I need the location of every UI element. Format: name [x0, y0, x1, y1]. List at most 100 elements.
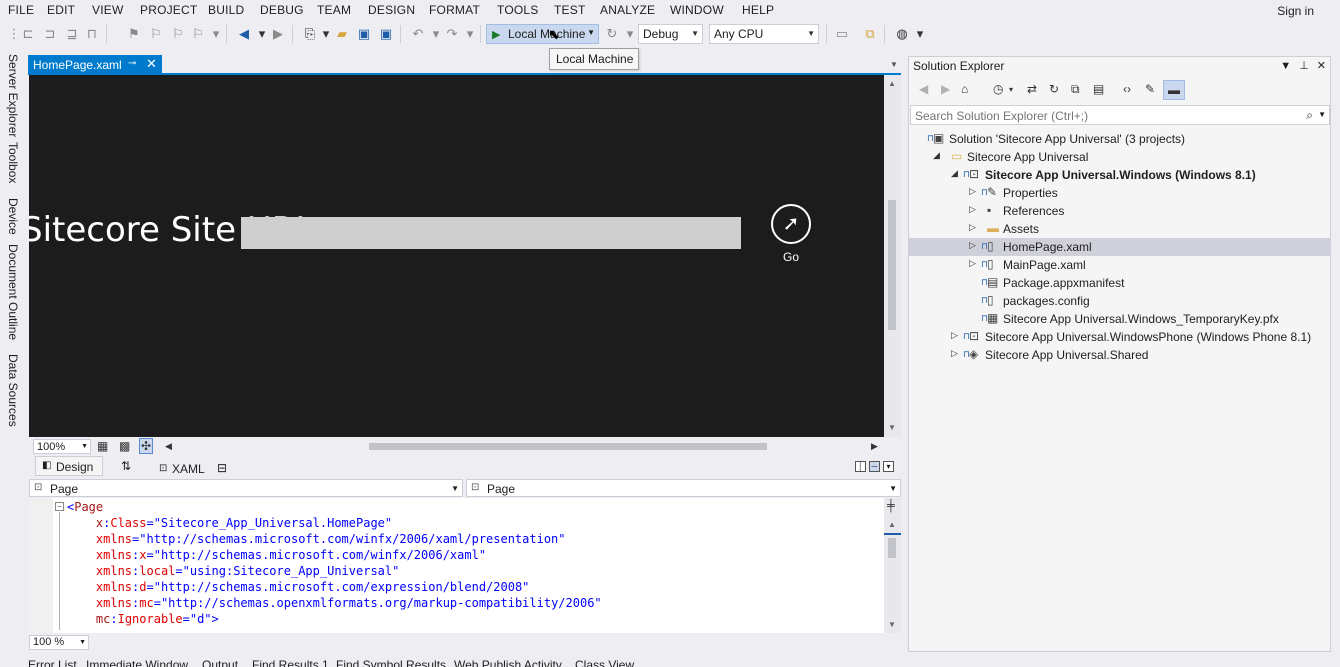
undo-dropdown-icon[interactable]: ▾ — [428, 26, 444, 42]
search-input[interactable] — [915, 108, 1295, 123]
menu-file[interactable]: FILE — [8, 3, 34, 17]
tree-item[interactable]: ▷ ⊓ ✎ Properties — [909, 184, 1330, 202]
search-icon[interactable]: ⌕ — [1306, 108, 1313, 123]
code-nav-type-select[interactable]: ⊡ Page ▼ — [29, 479, 463, 497]
pending-changes-icon[interactable]: ◷ — [993, 82, 1003, 96]
expand-arrow-icon[interactable]: ▷ — [969, 186, 976, 197]
scroll-thumb[interactable] — [888, 200, 896, 330]
side-tab-server-explorer[interactable]: Server Explorer — [6, 54, 20, 137]
menu-tools[interactable]: TOOLS — [497, 3, 538, 17]
open-file-icon[interactable]: ▰ — [334, 26, 350, 42]
tree-item[interactable]: ⊓ ▦ Sitecore App Universal.Windows_Tempora… — [909, 310, 1330, 328]
menu-test[interactable]: TEST — [554, 3, 585, 17]
horizontal-split-icon[interactable]: ─ — [869, 461, 880, 472]
collapse-arrow-icon[interactable]: ◢ — [951, 168, 958, 179]
align-right-icon[interactable]: ⊒ — [64, 26, 80, 42]
scroll-left-icon[interactable]: ◀ — [165, 441, 172, 452]
view-code-icon[interactable]: ‹› — [1123, 82, 1131, 96]
site-url-textbox[interactable] — [241, 217, 741, 249]
chevron-down-icon[interactable]: ▼ — [1280, 60, 1291, 72]
menu-team[interactable]: TEAM — [317, 3, 351, 17]
expand-arrow-icon[interactable]: ▷ — [969, 204, 976, 215]
split-editor-icon[interactable]: ╪ — [887, 500, 895, 512]
preview-selected-button[interactable]: ▬ — [1163, 80, 1185, 100]
menu-view[interactable]: VIEW — [92, 3, 123, 17]
menu-design[interactable]: DESIGN — [368, 3, 415, 17]
bookmark-icon[interactable]: ⚑ — [126, 26, 142, 42]
toolbar-overflow-icon[interactable]: ▾ — [912, 26, 928, 42]
pin-icon[interactable]: ⊸ — [128, 58, 136, 69]
menu-project[interactable]: PROJECT — [140, 3, 197, 17]
tab-design[interactable]: ◧ Design — [35, 456, 103, 476]
side-tab-document-outline[interactable]: Document Outline — [6, 244, 20, 340]
xaml-code-editor[interactable]: − <Page x:Class="Sitecore_App_Universal.… — [29, 498, 901, 633]
pin-icon[interactable]: ⊥ — [1299, 60, 1309, 72]
bottom-tab-error-list[interactable]: Error List — [28, 658, 77, 667]
align-center-icon[interactable]: ⊐ — [42, 26, 58, 42]
close-icon[interactable]: ✕ — [1317, 60, 1326, 72]
start-debugging-button[interactable]: ▶ Local Machine ▼ — [486, 24, 599, 44]
platform-select[interactable]: Any CPU ▼ — [709, 24, 819, 44]
scroll-up-icon[interactable]: ▲ — [888, 79, 896, 88]
menu-format[interactable]: FORMAT — [429, 3, 480, 17]
bottom-tab-find-symbol-results[interactable]: Find Symbol Results — [336, 658, 446, 667]
scroll-right-icon[interactable]: ▶ — [871, 441, 878, 452]
designer-zoom-select[interactable]: 100% ▼ — [33, 439, 91, 454]
side-tab-data-sources[interactable]: Data Sources — [6, 354, 20, 427]
scroll-up-icon[interactable]: ▲ — [888, 520, 896, 529]
bookmark-clear-icon[interactable]: ⚐ — [190, 26, 206, 42]
tree-item[interactable]: ▷ ⊓ ⊡ Sitecore App Universal.WindowsPhone (… — [909, 328, 1330, 346]
tree-item[interactable]: ◢ ▭ Sitecore App Universal — [909, 148, 1330, 166]
device-icon[interactable]: ▭ — [834, 26, 850, 42]
expand-arrow-icon[interactable]: ▷ — [969, 240, 976, 251]
new-project-dropdown-icon[interactable]: ▾ — [318, 26, 334, 42]
editor-zoom-select[interactable]: 100 % ▼ — [29, 635, 89, 650]
align-top-icon[interactable]: ⊓ — [84, 26, 100, 42]
collapse-arrow-icon[interactable]: ◢ — [933, 150, 940, 161]
redo-dropdown-icon[interactable]: ▾ — [462, 26, 478, 42]
solution-search-box[interactable]: ⌕ ▼ — [910, 105, 1330, 125]
bookmark-prev-icon[interactable]: ⚐ — [148, 26, 164, 42]
back-dropdown-icon[interactable]: ▾ — [254, 26, 270, 42]
toolbar-dropdown-icon[interactable]: ▾ — [208, 26, 224, 42]
scroll-down-icon[interactable]: ▼ — [888, 423, 896, 432]
bottom-tab-class-view[interactable]: Class View — [575, 658, 634, 667]
menu-analyze[interactable]: ANALYZE — [600, 3, 655, 17]
save-all-icon[interactable]: ▣ — [378, 26, 394, 42]
chevron-down-icon[interactable]: ▼ — [587, 28, 595, 37]
expand-arrow-icon[interactable]: ▷ — [951, 348, 958, 359]
swap-panes-icon[interactable]: ⇅ — [121, 459, 131, 473]
code-nav-member-select[interactable]: ⊡ Page ▼ — [466, 479, 901, 497]
side-tab-toolbox[interactable]: Toolbox — [6, 142, 20, 183]
properties-wrench-icon[interactable]: ✎ — [1145, 82, 1155, 96]
collapse-pane-icon[interactable]: ▾ — [883, 461, 894, 472]
menu-help[interactable]: HELP — [742, 3, 774, 17]
collapse-all-icon[interactable]: ⧉ — [1071, 82, 1080, 97]
designer-vertical-scrollbar[interactable]: ▲ ▼ — [884, 75, 901, 437]
expand-arrow-icon[interactable]: ▷ — [969, 222, 976, 233]
tree-item[interactable]: ⊓ ▯ packages.config — [909, 292, 1330, 310]
find-in-files-icon[interactable]: ⧉ — [862, 26, 878, 42]
side-tab-device[interactable]: Device — [6, 198, 20, 235]
align-left-icon[interactable]: ⊏ — [20, 26, 36, 42]
home-icon[interactable]: ⌂ — [961, 82, 968, 96]
navigate-forward-icon[interactable]: ▶ — [270, 26, 286, 42]
menu-window[interactable]: WINDOW — [670, 3, 724, 17]
bottom-tab-immediate-window[interactable]: Immediate Window — [86, 658, 188, 667]
chevron-down-icon[interactable]: ▼ — [1318, 110, 1326, 119]
tab-homepage-xaml[interactable]: HomePage.xaml ⊸ ✕ — [28, 55, 162, 75]
tree-item[interactable]: ▷ ▬ Assets — [909, 220, 1330, 238]
snapping-icon[interactable]: ✣ — [139, 438, 154, 454]
snap-grid-icon[interactable]: ▩ — [119, 439, 130, 453]
navigate-back-icon[interactable]: ◀ — [236, 26, 252, 42]
tree-item[interactable]: ▷ ⊓ ▯ HomePage.xaml — [909, 238, 1330, 256]
design-surface[interactable]: Sitecore Site URL: ➚ Go — [29, 75, 884, 437]
scroll-down-icon[interactable]: ▼ — [888, 620, 896, 629]
refresh-icon[interactable]: ↻ — [604, 26, 620, 42]
tree-item[interactable]: ⊓ ▤ Package.appxmanifest — [909, 274, 1330, 292]
vertical-split-icon[interactable]: │ — [855, 461, 866, 472]
save-icon[interactable]: ▣ — [356, 26, 372, 42]
horizontal-scroll-thumb[interactable] — [369, 443, 767, 450]
sync-icon[interactable]: ⇄ — [1027, 82, 1037, 96]
expand-arrow-icon[interactable]: ▷ — [951, 330, 958, 341]
